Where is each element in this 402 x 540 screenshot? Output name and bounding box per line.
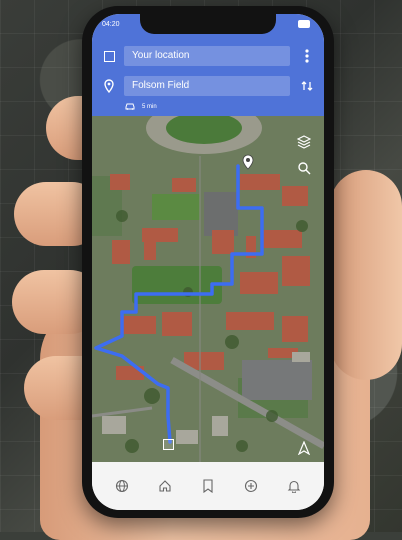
add-circle-icon[interactable] bbox=[239, 474, 263, 498]
square-icon bbox=[100, 47, 118, 65]
status-time: 04:20 bbox=[102, 21, 120, 28]
origin-input[interactable]: Your location bbox=[124, 46, 290, 66]
pin-icon[interactable] bbox=[238, 152, 258, 172]
car-icon bbox=[124, 102, 136, 112]
swap-vertical-icon[interactable] bbox=[298, 76, 316, 96]
bottom-navigation bbox=[92, 462, 324, 510]
satellite-map[interactable] bbox=[92, 116, 324, 462]
hand-thumb bbox=[330, 170, 402, 380]
search-icon[interactable] bbox=[294, 158, 314, 178]
compass-icon[interactable] bbox=[294, 438, 314, 458]
eta-text: 5 min bbox=[142, 104, 157, 110]
eta-row: 5 min bbox=[124, 102, 157, 112]
globe-icon[interactable] bbox=[110, 474, 134, 498]
map-pin-icon bbox=[100, 77, 118, 95]
phone-screen: 04:20 Your location Folsom Field 5 min bbox=[92, 14, 324, 510]
bell-icon[interactable] bbox=[282, 474, 306, 498]
more-vert-icon[interactable] bbox=[298, 46, 316, 66]
phone-notch bbox=[140, 14, 276, 34]
home-icon[interactable] bbox=[153, 474, 177, 498]
layers-icon[interactable] bbox=[294, 132, 314, 152]
origin-row: Your location bbox=[100, 45, 316, 67]
battery-icon bbox=[298, 20, 310, 28]
start-square-icon bbox=[158, 434, 178, 454]
destination-input[interactable]: Folsom Field bbox=[124, 76, 290, 96]
destination-row: Folsom Field bbox=[100, 75, 316, 97]
bookmark-icon[interactable] bbox=[196, 474, 220, 498]
